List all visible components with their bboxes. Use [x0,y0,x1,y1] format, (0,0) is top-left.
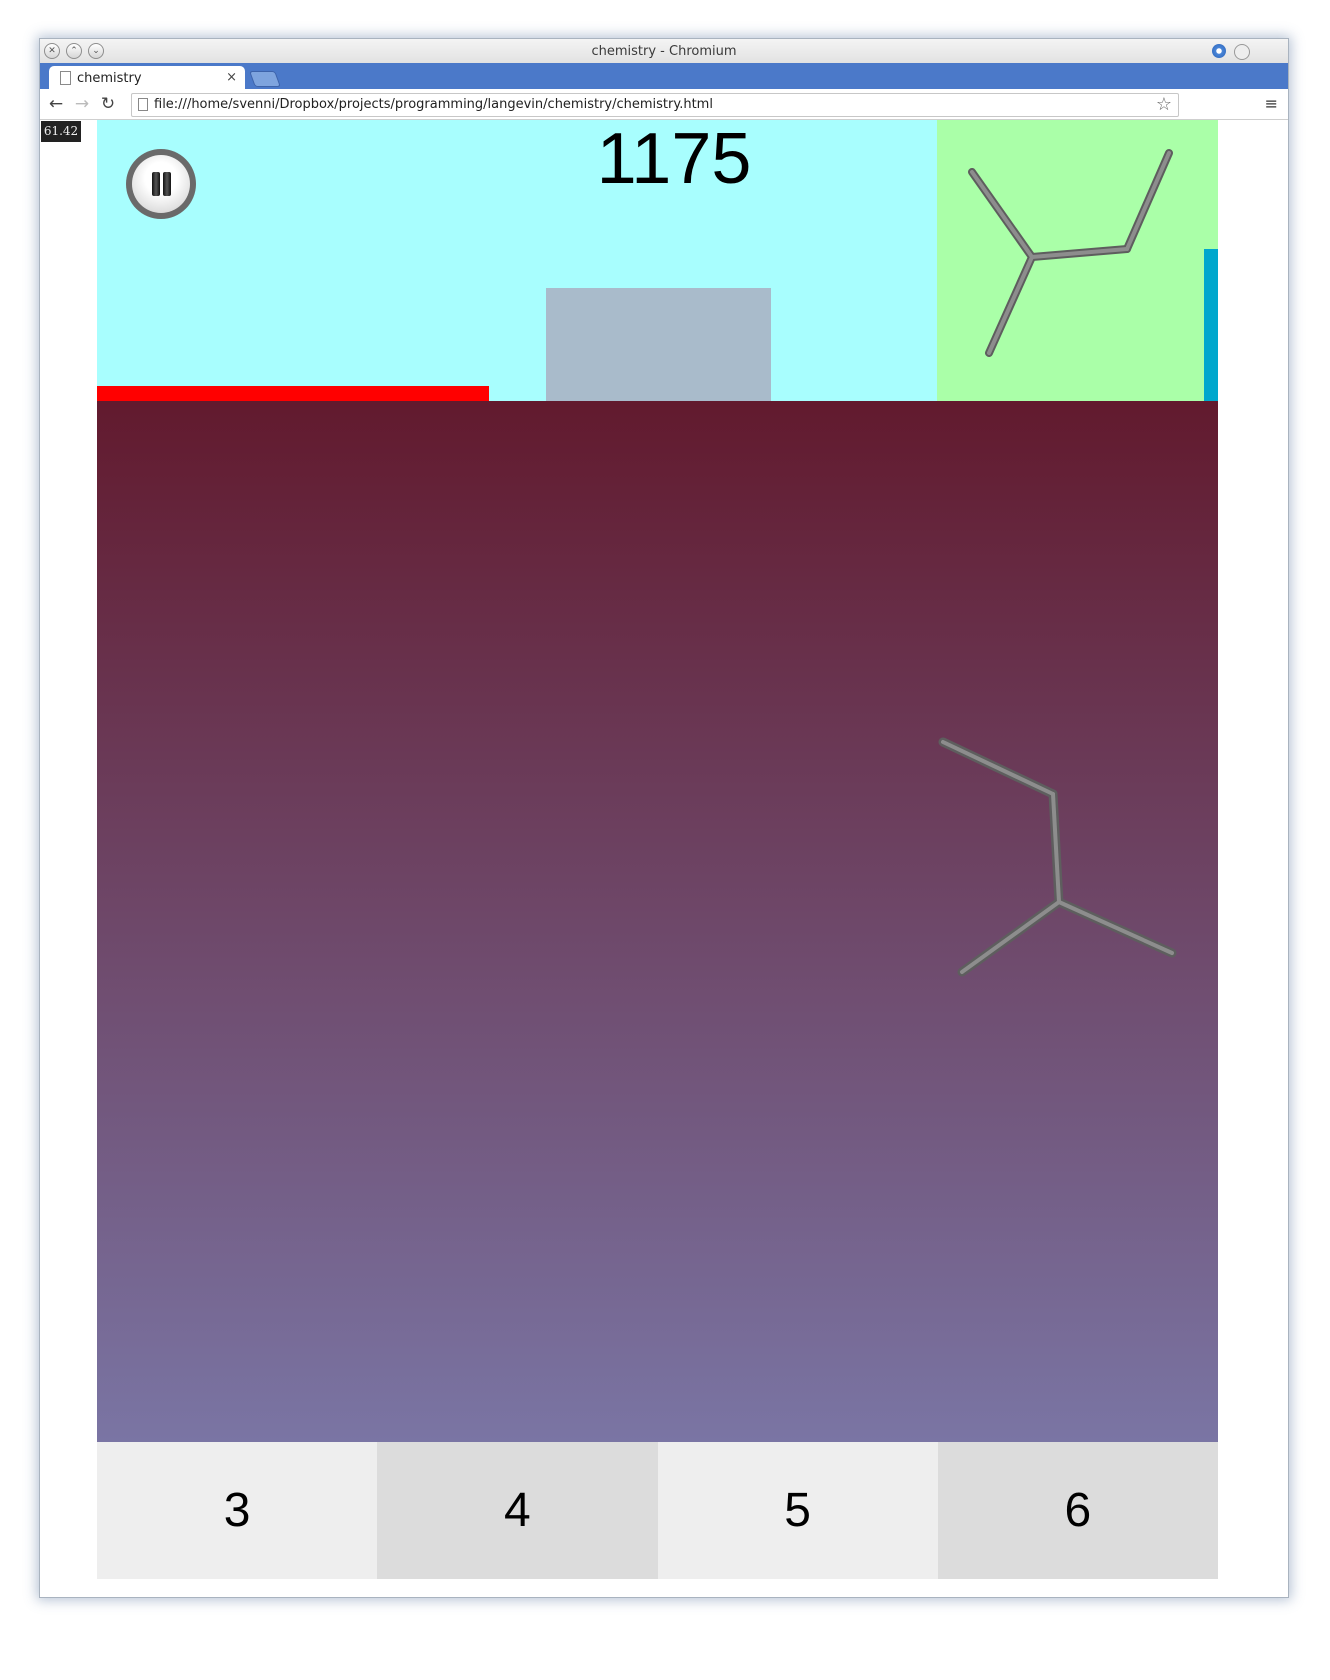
browser-toolbar: ← → ↻ file:///home/svenni/Dropbox/projec… [40,89,1288,120]
answer-button-3[interactable]: 3 [97,1442,378,1579]
forward-icon[interactable]: → [72,94,92,114]
answer-button-4[interactable]: 4 [377,1442,658,1579]
tab-chemistry[interactable]: chemistry × [49,66,245,89]
back-icon[interactable]: ← [46,94,66,114]
page-icon [138,98,148,111]
page-icon [60,71,71,85]
pause-icon [132,155,190,213]
falling-molecule[interactable] [932,731,1232,1011]
browser-window: ✕ ⌃ ⌄ chemistry - Chromium chemistry × ←… [39,38,1289,1598]
score: 1175 [596,119,752,199]
answer-button-5[interactable]: 5 [657,1442,938,1579]
new-tab-button[interactable] [249,71,281,87]
target-molecule [968,149,1173,357]
molecule-dropzone [546,288,771,401]
answer-button-6[interactable]: 6 [937,1442,1218,1579]
bookmark-star-icon[interactable]: ☆ [1156,94,1172,115]
answer-buttons: 3 4 5 6 [97,1442,1218,1579]
game-area: 1175 3 4 5 6 [97,120,1218,1579]
tab-close-icon[interactable]: × [226,70,237,85]
tab-label: chemistry [77,71,142,86]
url-text[interactable]: file:///home/svenni/Dropbox/projects/pro… [154,97,713,112]
chromium-logo-icon [1212,44,1226,58]
target-molecule-panel [937,120,1218,401]
window-title: chemistry - Chromium [591,44,737,59]
reload-icon[interactable]: ↻ [98,94,118,114]
page-content: 61.42 1175 3 4 5 6 [40,120,1288,1597]
tab-strip: chemistry × [40,63,1288,89]
timer-bar [1204,249,1218,401]
progress-bar [97,386,490,401]
menu-icon[interactable]: ≡ [1265,94,1278,113]
pause-button[interactable] [126,149,196,219]
address-bar[interactable]: file:///home/svenni/Dropbox/projects/pro… [131,93,1179,117]
game-hud: 1175 [97,120,1218,401]
fps-counter: 61.42 [41,121,81,142]
window-menu-icon[interactable] [1234,44,1250,60]
playfield [97,401,1218,1442]
title-bar: ✕ ⌃ ⌄ chemistry - Chromium [40,39,1288,63]
